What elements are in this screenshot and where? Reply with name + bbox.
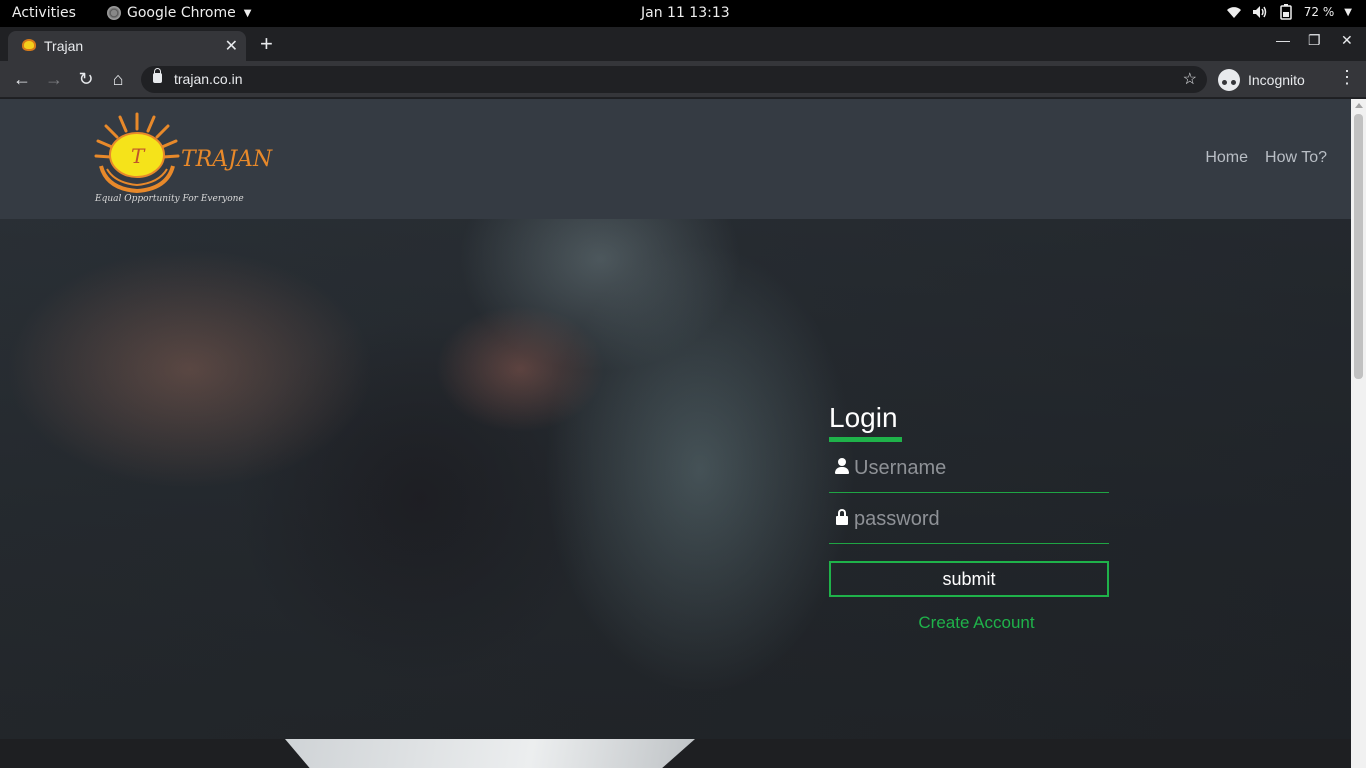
minimize-window-button[interactable]: — <box>1276 32 1290 48</box>
incognito-indicator[interactable]: Incognito <box>1218 66 1305 93</box>
new-tab-button[interactable]: + <box>260 31 273 57</box>
login-form: Login submit Create Account <box>829 402 1109 633</box>
app-menu[interactable]: Google Chrome ▼ <box>107 5 251 21</box>
create-account-link[interactable]: Create Account <box>844 613 1109 633</box>
page-viewport: T TRAJAN Equal Opportunity For Everyone … <box>0 99 1351 768</box>
restore-window-button[interactable]: ❐ <box>1308 32 1321 49</box>
logo-name: TRAJAN <box>181 147 273 172</box>
username-field <box>829 442 1109 493</box>
hero-overlay <box>0 219 1351 739</box>
back-button[interactable]: ← <box>11 68 33 90</box>
lock-icon <box>835 509 849 525</box>
address-bar[interactable]: trajan.co.in ☆ <box>141 66 1207 93</box>
nav-how-to-link[interactable]: How To? <box>1265 149 1327 167</box>
app-menu-label: Google Chrome <box>127 5 236 21</box>
nav-home-link[interactable]: Home <box>1205 149 1248 167</box>
forward-button[interactable]: → <box>43 68 65 90</box>
reload-button[interactable]: ↻ <box>75 68 97 90</box>
site-header: T TRAJAN Equal Opportunity For Everyone … <box>0 99 1351 219</box>
logo-letter: T <box>131 144 146 168</box>
hero-background <box>0 219 1351 739</box>
browser-toolbar: ← → ↻ ⌂ trajan.co.in ☆ Incognito ⋮ <box>0 61 1366 98</box>
keyboard-image <box>285 739 695 768</box>
battery-percent: 72 % <box>1303 5 1335 19</box>
trajan-logo[interactable]: T TRAJAN Equal Opportunity For Everyone <box>93 111 273 206</box>
user-icon <box>835 458 849 474</box>
incognito-label: Incognito <box>1248 71 1305 88</box>
close-tab-icon[interactable]: ✕ <box>225 36 238 56</box>
system-tray[interactable]: 72 % ▼ <box>1226 4 1352 20</box>
tab-trajan[interactable]: Trajan ✕ <box>8 31 246 61</box>
scrollbar-thumb[interactable] <box>1354 114 1363 379</box>
password-field <box>829 493 1109 544</box>
wifi-icon <box>1226 4 1242 20</box>
volume-icon <box>1252 4 1268 20</box>
activities-button[interactable]: Activities <box>12 5 76 21</box>
caret-down-icon: ▼ <box>1344 6 1352 18</box>
scroll-up-arrow-icon[interactable] <box>1355 103 1363 108</box>
trajan-favicon-icon <box>22 39 36 51</box>
username-input[interactable] <box>854 454 1104 482</box>
password-input[interactable] <box>854 505 1104 533</box>
url-text[interactable]: trajan.co.in <box>174 71 242 87</box>
next-section-preview <box>0 739 1351 768</box>
clock[interactable]: Jan 11 13:13 <box>641 5 730 21</box>
incognito-icon <box>1218 68 1240 91</box>
chrome-icon <box>107 6 121 20</box>
system-top-bar: Activities Google Chrome ▼ Jan 11 13:13 … <box>0 0 1366 27</box>
close-window-button[interactable]: ✕ <box>1341 32 1353 49</box>
lock-icon[interactable] <box>153 68 162 83</box>
tab-title: Trajan <box>44 38 84 54</box>
submit-button[interactable]: submit <box>829 561 1109 597</box>
caret-down-icon: ▼ <box>243 7 252 19</box>
tab-strip: Trajan ✕ + — ❐ ✕ <box>0 27 1366 61</box>
battery-icon <box>1278 4 1294 20</box>
page-scrollbar[interactable] <box>1351 99 1366 768</box>
login-heading: Login <box>829 402 898 433</box>
bookmark-star-icon[interactable]: ☆ <box>1183 69 1197 89</box>
home-button[interactable]: ⌂ <box>107 68 129 90</box>
chrome-menu-icon[interactable]: ⋮ <box>1338 67 1356 88</box>
site-nav: Home How To? <box>1205 149 1327 167</box>
logo-tagline: Equal Opportunity For Everyone <box>94 194 244 204</box>
